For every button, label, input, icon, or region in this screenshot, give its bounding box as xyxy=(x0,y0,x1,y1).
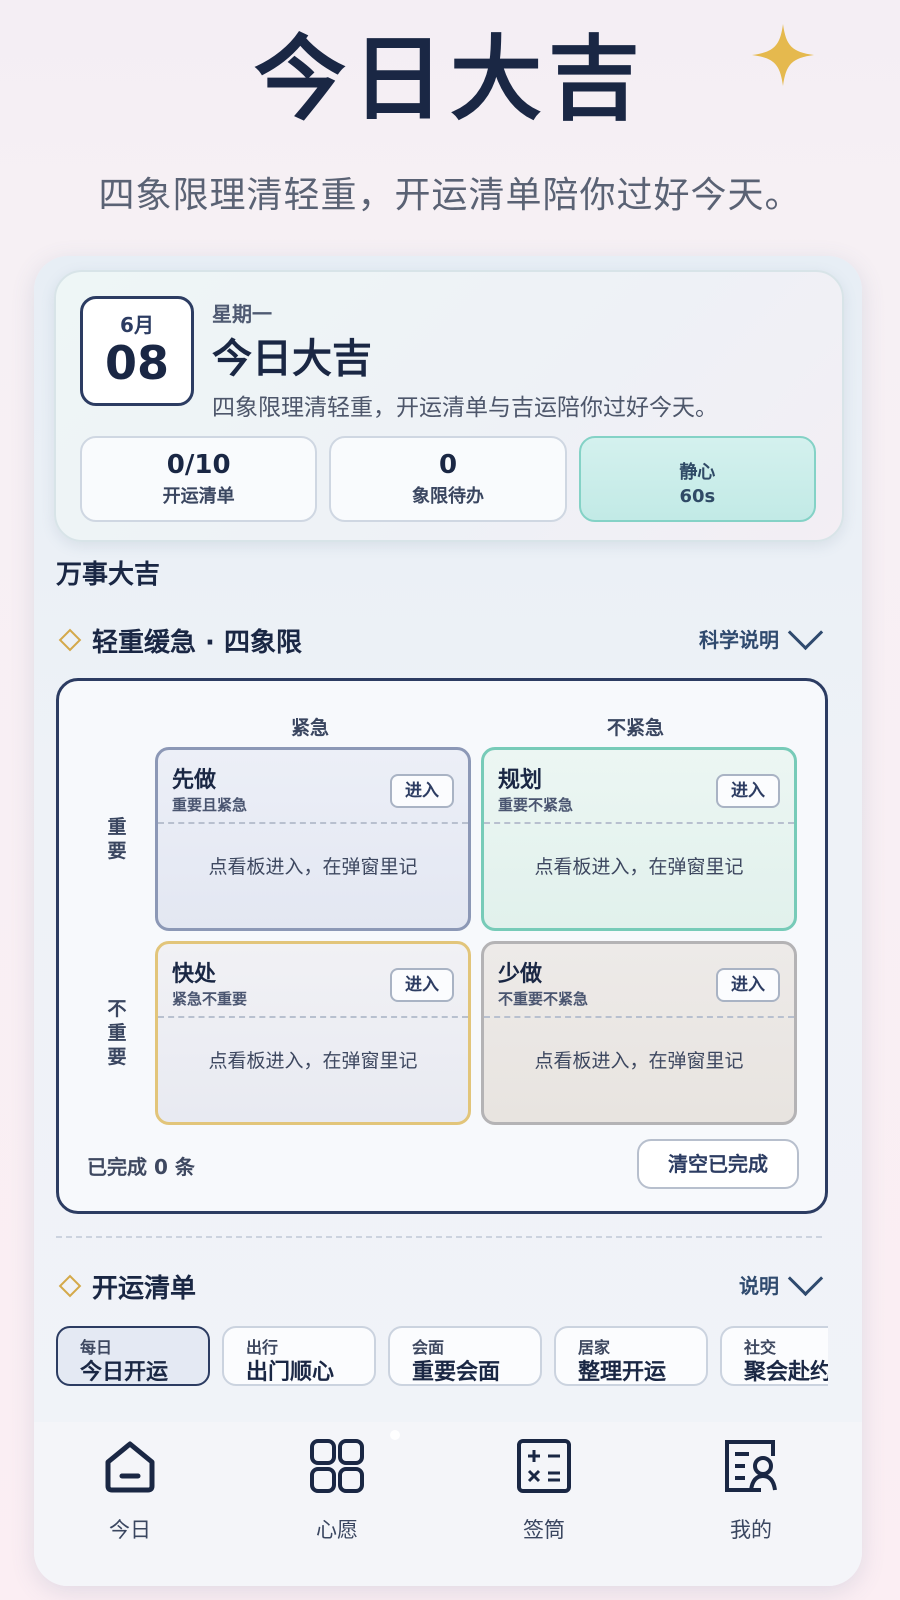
tab-today[interactable]: 今日 xyxy=(70,1436,190,1544)
chip-social[interactable]: 社交 聚会赴约 xyxy=(720,1326,828,1386)
quadrant-hint: 点看板进入，在弹窗里记 xyxy=(534,1050,744,1072)
column-label-urgent: 紧急 xyxy=(291,717,330,739)
home-icon xyxy=(105,1441,155,1493)
column-label-not-urgent: 不紧急 xyxy=(607,717,665,739)
row-label-important: 重要 xyxy=(107,816,127,862)
stat-checklist-label: 开运清单 xyxy=(162,486,235,507)
profile-card-icon xyxy=(725,1440,777,1492)
category-chips: 每日 今日开运 出行 出门顺心 会面 重要会面 居家 整理开运 社交 聚会赴约 xyxy=(56,1326,828,1386)
stat-quadrant-label: 象限待办 xyxy=(411,486,484,507)
meditation-button[interactable]: 静心 60s xyxy=(578,436,816,522)
calendar-badge: 6月 08 xyxy=(80,296,194,406)
tab-fortune-sticks[interactable]: 签筒 xyxy=(484,1436,604,1544)
quadrant-hint: 点看板进入，在弹窗里记 xyxy=(534,856,744,878)
app-screen: 6月 08 星期一 今日大吉 四象限理清轻重，开运清单与吉运陪你过好今天。 0/… xyxy=(34,256,862,1586)
row-label-not-important: 不重要 xyxy=(107,998,127,1068)
divider xyxy=(158,822,468,824)
divider xyxy=(158,1016,468,1018)
quadrant-subtitle: 紧急不重要 xyxy=(172,990,248,1008)
date-card: 6月 08 星期一 今日大吉 四象限理清轻重，开运清单与吉运陪你过好今天。 0/… xyxy=(54,270,844,542)
chevron-down-icon xyxy=(787,1260,824,1297)
enter-button[interactable]: 进入 xyxy=(390,774,454,808)
stat-quadrant-value: 0 xyxy=(438,450,458,480)
chip-meeting[interactable]: 会面 重要会面 xyxy=(388,1326,542,1386)
chip-name: 重要会面 xyxy=(412,1360,501,1385)
quadrant-name: 先做 xyxy=(172,768,217,793)
hero-banner: 今日大吉 四象限理清轻重，开运清单陪你过好今天。 xyxy=(0,0,900,250)
checklist-explain-label: 说明 xyxy=(739,1274,779,1298)
tab-label: 我的 xyxy=(730,1518,772,1542)
tab-label: 签筒 xyxy=(523,1518,565,1542)
quadrant-hint: 点看板进入，在弹窗里记 xyxy=(208,856,418,878)
chip-home[interactable]: 居家 整理开运 xyxy=(554,1326,708,1386)
checklist-explain-link[interactable]: 说明 xyxy=(739,1260,824,1299)
stat-checklist-value: 0/10 xyxy=(166,450,231,480)
hero-subtitle: 四象限理清轻重，开运清单陪你过好今天。 xyxy=(98,175,802,216)
chip-name: 整理开运 xyxy=(578,1360,667,1385)
quadrant-name: 少做 xyxy=(498,962,543,987)
enter-button[interactable]: 进入 xyxy=(716,968,780,1002)
tab-wishes[interactable]: 心愿 xyxy=(277,1436,397,1544)
calendar-day: 08 xyxy=(104,336,169,390)
quadrant-subtitle: 不重要不紧急 xyxy=(498,990,589,1008)
quadrant-name: 规划 xyxy=(498,768,543,793)
chip-name: 出门顺心 xyxy=(246,1360,335,1385)
card-description: 四象限理清轻重，开运清单与吉运陪你过好今天。 xyxy=(212,395,718,421)
section-label: 万事大吉 xyxy=(56,560,161,590)
card-title: 今日大吉 xyxy=(212,336,372,382)
tab-label: 心愿 xyxy=(316,1518,358,1542)
checklist-section-header: 开运清单 说明 xyxy=(58,1260,824,1308)
chip-name: 今日开运 xyxy=(80,1360,169,1385)
divider xyxy=(484,822,794,824)
science-explain-label: 科学说明 xyxy=(699,628,779,652)
enter-button[interactable]: 进入 xyxy=(390,968,454,1002)
quadrant-section-title: 轻重缓急 · 四象限 xyxy=(92,628,302,658)
enter-button[interactable]: 进入 xyxy=(716,774,780,808)
clear-completed-button[interactable]: 清空已完成 xyxy=(637,1139,799,1189)
divider xyxy=(484,1016,794,1018)
chevron-down-icon xyxy=(787,614,824,651)
section-divider xyxy=(56,1236,822,1238)
grid-icon xyxy=(310,1439,364,1493)
science-explain-link[interactable]: 科学说明 xyxy=(699,614,824,653)
diamond-icon xyxy=(58,1274,82,1298)
tab-label: 今日 xyxy=(109,1518,151,1542)
quadrant-do-less[interactable]: 少做 不重要不紧急 进入 点看板进入，在弹窗里记 xyxy=(481,941,797,1125)
meditation-label: 静心 xyxy=(679,462,716,483)
quadrant-quick-handle[interactable]: 快处 紧急不重要 进入 点看板进入，在弹窗里记 xyxy=(155,941,471,1125)
quadrant-subtitle: 重要不紧急 xyxy=(498,796,574,814)
quadrant-hint: 点看板进入，在弹窗里记 xyxy=(208,1050,418,1072)
calendar-month: 6月 xyxy=(120,313,154,337)
chip-name: 聚会赴约 xyxy=(744,1360,828,1385)
quadrant-subtitle: 重要且紧急 xyxy=(172,796,248,814)
stat-quadrant-todos[interactable]: 0 象限待办 xyxy=(329,436,567,522)
tab-profile[interactable]: 我的 xyxy=(691,1436,811,1544)
diamond-icon xyxy=(58,628,82,652)
meditation-duration: 60s xyxy=(679,486,716,507)
chip-travel[interactable]: 出行 出门顺心 xyxy=(222,1326,376,1386)
stat-checklist[interactable]: 0/10 开运清单 xyxy=(80,436,318,522)
quadrant-do-first[interactable]: 先做 重要且紧急 进入 点看板进入，在弹窗里记 xyxy=(155,747,471,931)
chip-daily[interactable]: 每日 今日开运 xyxy=(56,1326,210,1386)
quadrant-name: 快处 xyxy=(172,962,217,987)
completed-count: 已完成 0 条 xyxy=(87,1155,195,1179)
stats-row: 0/10 开运清单 0 象限待办 静心 60s xyxy=(80,436,816,522)
calculator-icon xyxy=(517,1439,571,1493)
quadrant-matrix: 紧急 不紧急 重要 不重要 先做 重要且紧急 进入 点看板进入，在弹窗里记 规划… xyxy=(56,678,828,1214)
bottom-tab-bar: 今日 心愿 签筒 我的 xyxy=(34,1422,862,1586)
checklist-section-title: 开运清单 xyxy=(92,1274,197,1304)
quadrant-section-header: 轻重缓急 · 四象限 科学说明 xyxy=(58,614,824,662)
quadrant-plan[interactable]: 规划 重要不紧急 进入 点看板进入，在弹窗里记 xyxy=(481,747,797,931)
sparkle-icon xyxy=(752,24,814,86)
weekday-label: 星期一 xyxy=(212,302,272,326)
